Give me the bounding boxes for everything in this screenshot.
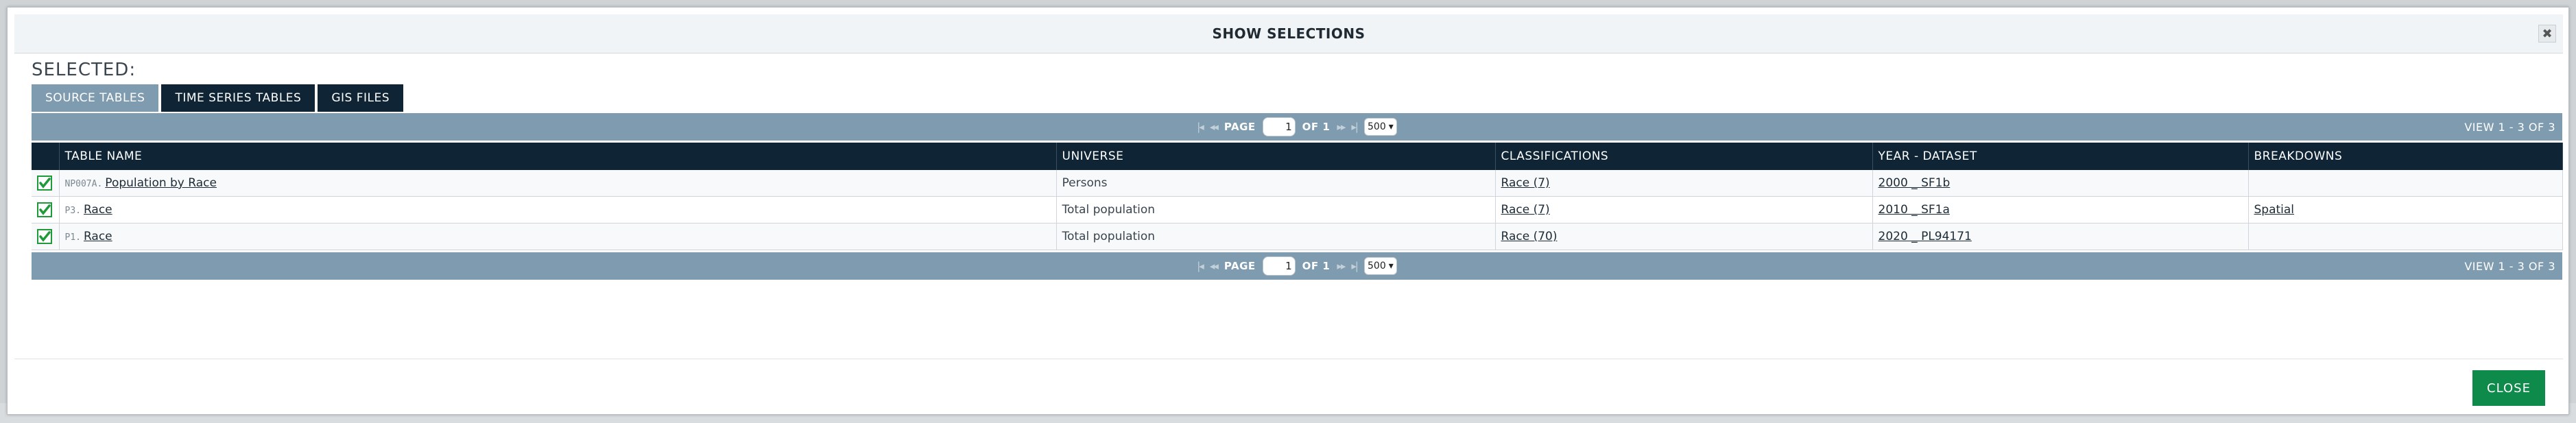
table-id: P3. xyxy=(64,206,81,216)
table-name-cell: P1. Race xyxy=(59,223,1057,250)
last-page-icon[interactable]: ▸| xyxy=(1351,121,1359,133)
table-name-cell: NP007A. Population by Race xyxy=(59,170,1057,197)
column-header-classifications[interactable]: CLASSIFICATIONS xyxy=(1495,143,1873,170)
breakdown-cell: Spatial xyxy=(2248,196,2563,223)
tab-source-tables[interactable]: SOURCE TABLES xyxy=(32,84,159,112)
column-header-universe[interactable]: UNIVERSE xyxy=(1056,143,1496,170)
next-page-icon[interactable]: ▸▸ xyxy=(1337,260,1346,272)
close-x-icon[interactable]: ✖ xyxy=(2538,25,2556,43)
view-count: VIEW 1 - 3 OF 3 xyxy=(2464,120,2555,134)
next-page-icon[interactable]: ▸▸ xyxy=(1337,121,1346,133)
column-header-breakdowns[interactable]: BREAKDOWNS xyxy=(2248,143,2563,170)
first-page-icon[interactable]: |◂ xyxy=(1197,260,1204,272)
dataset-link[interactable]: 2010 _ SF1a xyxy=(1879,203,1950,217)
selections-table: TABLE NAME UNIVERSE CLASSIFICATIONS YEAR… xyxy=(32,143,2563,250)
classification-link[interactable]: Race (70) xyxy=(1501,230,1558,243)
dataset-cell: 2000 _ SF1b xyxy=(1872,170,2249,197)
breakdown-cell xyxy=(2248,170,2563,197)
row-checkbox-cell xyxy=(32,196,60,223)
table-id: NP007A. xyxy=(64,179,103,189)
column-header-year-dataset[interactable]: YEAR - DATASET xyxy=(1872,143,2249,170)
prev-page-icon[interactable]: ◂◂ xyxy=(1210,121,1219,133)
selected-label: SELECTED: xyxy=(32,60,136,80)
row-checkbox-cell xyxy=(32,223,60,250)
pager-controls: |◂ ◂◂ PAGE OF 1 ▸▸ ▸| 500 ▾ xyxy=(32,113,2562,141)
modal-header: SHOW SELECTIONS ✖ xyxy=(14,14,2563,53)
classification-cell: Race (7) xyxy=(1495,196,1873,223)
page-word: PAGE xyxy=(1224,121,1256,133)
breakdown-link[interactable]: Spatial xyxy=(2254,203,2295,217)
column-header-table-name[interactable]: TABLE NAME xyxy=(59,143,1057,170)
pager-controls: |◂ ◂◂ PAGE OF 1 ▸▸ ▸| 500 ▾ xyxy=(32,252,2562,280)
checked-checkbox-icon[interactable] xyxy=(37,229,52,244)
page-word: PAGE xyxy=(1224,260,1256,272)
close-button[interactable]: CLOSE xyxy=(2472,370,2545,406)
table-header-row: TABLE NAME UNIVERSE CLASSIFICATIONS YEAR… xyxy=(32,143,2563,170)
tab-gis-files[interactable]: GIS FILES xyxy=(318,84,404,112)
table-id: P1. xyxy=(64,232,81,243)
dataset-link[interactable]: 2000 _ SF1b xyxy=(1879,176,1951,190)
breakdown-cell xyxy=(2248,223,2563,250)
first-page-icon[interactable]: |◂ xyxy=(1197,121,1204,133)
view-count: VIEW 1 - 3 OF 3 xyxy=(2464,259,2555,273)
page-of-total: OF 1 xyxy=(1302,260,1331,272)
page-of-total: OF 1 xyxy=(1302,121,1331,133)
checked-checkbox-icon[interactable] xyxy=(37,176,52,191)
universe-cell: Persons xyxy=(1056,170,1496,197)
dataset-link[interactable]: 2020 _ PL94171 xyxy=(1879,230,1972,243)
per-page-select[interactable]: 500 ▾ xyxy=(1364,257,1397,275)
page-number-input[interactable] xyxy=(1262,117,1296,136)
table-name-link[interactable]: Race xyxy=(84,203,112,217)
classification-cell: Race (70) xyxy=(1495,223,1873,250)
page-number-input[interactable] xyxy=(1262,256,1296,276)
table-name-link[interactable]: Population by Race xyxy=(105,176,217,190)
classification-link[interactable]: Race (7) xyxy=(1501,176,1550,190)
table-name-cell: P3. Race xyxy=(59,196,1057,223)
per-page-value: 500 xyxy=(1368,121,1386,132)
checked-checkbox-icon[interactable] xyxy=(37,202,52,217)
universe-cell: Total population xyxy=(1056,196,1496,223)
table-row: P1. Race Total population Race (70) 2020 … xyxy=(32,223,2563,250)
column-header-select xyxy=(32,143,60,170)
prev-page-icon[interactable]: ◂◂ xyxy=(1210,260,1219,272)
last-page-icon[interactable]: ▸| xyxy=(1351,260,1359,272)
modal-title: SHOW SELECTIONS xyxy=(1212,25,1365,42)
row-checkbox-cell xyxy=(32,170,60,197)
classification-cell: Race (7) xyxy=(1495,170,1873,197)
universe-cell: Total population xyxy=(1056,223,1496,250)
pager-bottom: |◂ ◂◂ PAGE OF 1 ▸▸ ▸| 500 ▾ VIEW 1 - 3 O… xyxy=(32,252,2562,280)
tab-time-series-tables[interactable]: TIME SERIES TABLES xyxy=(161,84,315,112)
dataset-cell: 2020 _ PL94171 xyxy=(1872,223,2249,250)
table-row: NP007A. Population by Race Persons Race (… xyxy=(32,170,2563,197)
chevron-down-icon: ▾ xyxy=(1388,261,1394,271)
classification-link[interactable]: Race (7) xyxy=(1501,203,1550,217)
table-row: P3. Race Total population Race (7) 2010 _… xyxy=(32,196,2563,223)
selection-tabs: SOURCE TABLES TIME SERIES TABLES GIS FIL… xyxy=(32,84,404,112)
per-page-select[interactable]: 500 ▾ xyxy=(1364,118,1397,136)
pager-top: |◂ ◂◂ PAGE OF 1 ▸▸ ▸| 500 ▾ VIEW 1 - 3 O… xyxy=(32,113,2562,141)
table-name-link[interactable]: Race xyxy=(84,230,112,243)
show-selections-modal: SHOW SELECTIONS ✖ SELECTED: SOURCE TABLE… xyxy=(7,7,2569,415)
dataset-cell: 2010 _ SF1a xyxy=(1872,196,2249,223)
chevron-down-icon: ▾ xyxy=(1388,121,1394,132)
per-page-value: 500 xyxy=(1368,261,1386,271)
